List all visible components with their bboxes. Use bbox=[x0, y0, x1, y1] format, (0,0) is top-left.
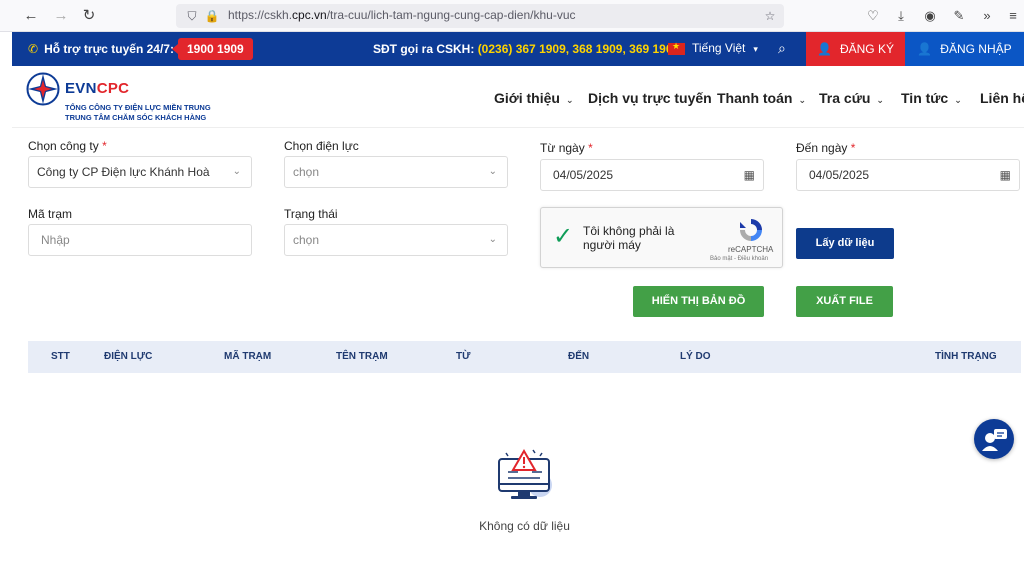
table-header: STT ĐIỆN LỰC MÃ TRẠM TÊN TRẠM TỪ ĐẾN LÝ … bbox=[28, 341, 1021, 373]
col-ma-tram: MÃ TRẠM bbox=[224, 351, 272, 362]
status-label: Trạng thái bbox=[284, 207, 338, 221]
menu-gioi-thieu[interactable]: Giới thiệu ⌄ bbox=[494, 90, 574, 106]
chat-agent-icon bbox=[982, 429, 1007, 451]
chevron-down-icon: ▾ bbox=[753, 44, 758, 54]
overflow-menu-icon[interactable]: » bbox=[978, 7, 996, 25]
to-date-input[interactable]: 04/05/2025 ▦ bbox=[796, 159, 1020, 191]
address-bar[interactable]: ⛉ 🔒 https://cskh.cpc.vn/tra-cuu/lich-tam… bbox=[176, 4, 784, 28]
reload-icon[interactable]: ↻ bbox=[79, 6, 99, 26]
hamburger-menu-icon[interactable]: ≡ bbox=[1004, 7, 1022, 25]
col-ly-do: LÝ DO bbox=[680, 351, 711, 362]
status-select[interactable]: chọn ⌄ bbox=[284, 224, 508, 256]
pocket-icon[interactable]: ♡ bbox=[864, 7, 882, 25]
to-date-label: Đến ngày * bbox=[796, 141, 856, 155]
no-data-warning-icon bbox=[498, 449, 552, 499]
chevron-down-icon: ⌄ bbox=[798, 95, 806, 105]
col-den: ĐẾN bbox=[568, 351, 590, 362]
back-icon[interactable]: ← bbox=[21, 6, 41, 26]
site-header: EVNCPC TỔNG CÔNG TY ĐIỆN LỰC MIỀN TRUNG … bbox=[12, 66, 1024, 128]
extensions-icon[interactable]: ✎ bbox=[950, 7, 968, 25]
company-label: Chọn công ty * bbox=[28, 139, 107, 153]
phone-icon: ✆ bbox=[28, 42, 39, 56]
checkmark-icon[interactable]: ✓ bbox=[553, 222, 573, 251]
recaptcha-terms-link[interactable]: Bảo mật - Điều khoản bbox=[710, 256, 768, 262]
recaptcha-text: Tôi không phải là người máy bbox=[583, 224, 675, 252]
chevron-down-icon: ⌄ bbox=[565, 95, 574, 105]
hotline-badge[interactable]: 1900 1909 bbox=[172, 38, 253, 60]
power-select[interactable]: chọn ⌄ bbox=[284, 156, 508, 188]
station-label: Mã trạm bbox=[28, 207, 73, 221]
login-button[interactable]: 👤 ĐĂNG NHẬP bbox=[905, 32, 1024, 66]
recaptcha-widget[interactable]: ✓ Tôi không phải là người máy reCAPTCHA … bbox=[540, 207, 783, 268]
recaptcha-logo-icon bbox=[740, 219, 762, 241]
chevron-down-icon: ⌄ bbox=[488, 234, 497, 245]
show-map-button[interactable]: HIỂN THỊ BẢN ĐỒ bbox=[633, 286, 764, 317]
recaptcha-brand: reCAPTCHA bbox=[728, 245, 774, 254]
user-icon: 👤 bbox=[817, 42, 832, 56]
user-icon: 👤 bbox=[917, 42, 933, 56]
menu-dich-vu[interactable]: Dịch vụ trực tuyến bbox=[588, 90, 712, 106]
support-label: ✆ Hỗ trợ trực tuyến 24/7: bbox=[28, 42, 174, 56]
logo-subtitle-center: TRUNG TÂM CHĂM SÓC KHÁCH HÀNG bbox=[65, 113, 207, 122]
chat-support-button[interactable] bbox=[974, 419, 1014, 459]
col-ten-tram: TÊN TRẠM bbox=[336, 351, 388, 362]
account-icon[interactable]: ◉ bbox=[921, 7, 939, 25]
top-info-bar: ✆ Hỗ trợ trực tuyến 24/7: 1900 1909 SĐT g… bbox=[12, 32, 1024, 66]
calendar-icon[interactable]: ▦ bbox=[744, 160, 755, 190]
from-date-label: Từ ngày * bbox=[540, 141, 593, 155]
logo-subtitle-corp: TỔNG CÔNG TY ĐIỆN LỰC MIỀN TRUNG bbox=[65, 103, 211, 112]
empty-state-text: Không có dữ liệu bbox=[479, 519, 570, 533]
lock-icon[interactable]: 🔒 bbox=[204, 8, 220, 24]
col-tu: TỪ bbox=[456, 351, 471, 362]
search-icon[interactable]: ⌕ bbox=[778, 40, 786, 57]
chevron-down-icon: ⌄ bbox=[488, 166, 497, 177]
from-date-input[interactable]: 04/05/2025 ▦ bbox=[540, 159, 764, 191]
shield-icon[interactable]: ⛉ bbox=[184, 8, 200, 24]
fetch-data-button[interactable]: Lấy dữ liệu bbox=[796, 228, 894, 259]
vietnam-flag-icon[interactable] bbox=[668, 41, 685, 55]
register-button[interactable]: 👤 ĐĂNG KÝ bbox=[806, 32, 905, 66]
power-label: Chọn điện lực bbox=[284, 139, 359, 153]
col-dien-luc: ĐIỆN LỰC bbox=[104, 351, 153, 362]
col-tinh-trang: TÌNH TRẠNG bbox=[935, 351, 997, 362]
chevron-down-icon: ⌄ bbox=[954, 95, 962, 105]
export-file-button[interactable]: XUẤT FILE bbox=[796, 286, 893, 317]
menu-thanh-toan[interactable]: Thanh toán ⌄ bbox=[717, 90, 806, 106]
url-text[interactable]: https://cskh.cpc.vn/tra-cuu/lich-tam-ngu… bbox=[228, 8, 576, 22]
chevron-down-icon: ⌄ bbox=[876, 95, 884, 105]
station-input[interactable]: Nhập bbox=[28, 224, 252, 256]
col-stt: STT bbox=[51, 351, 70, 362]
calendar-icon[interactable]: ▦ bbox=[1000, 160, 1011, 190]
chevron-down-icon: ⌄ bbox=[232, 166, 241, 177]
menu-lien-he[interactable]: Liên hệ bbox=[980, 90, 1024, 106]
download-icon[interactable]: ⤓ bbox=[892, 7, 910, 25]
forward-icon[interactable]: → bbox=[51, 6, 71, 26]
cskh-phone-info: SĐT gọi ra CSKH: (0236) 367 1909, 368 19… bbox=[373, 42, 680, 56]
company-select[interactable]: Công ty CP Điện lực Khánh Hoà ⌄ bbox=[28, 156, 252, 188]
evn-logo-icon[interactable] bbox=[26, 72, 60, 106]
menu-tra-cuu[interactable]: Tra cứu ⌄ bbox=[819, 90, 884, 106]
browser-toolbar: ← → ↻ ⛉ 🔒 https://cskh.cpc.vn/tra-cuu/li… bbox=[0, 0, 1024, 32]
language-selector[interactable]: Tiếng Việt ▾ bbox=[692, 41, 758, 55]
menu-tin-tuc[interactable]: Tin tức ⌄ bbox=[901, 90, 962, 106]
logo-text[interactable]: EVNCPC bbox=[65, 80, 129, 97]
bookmark-star-icon[interactable]: ☆ bbox=[762, 8, 778, 24]
